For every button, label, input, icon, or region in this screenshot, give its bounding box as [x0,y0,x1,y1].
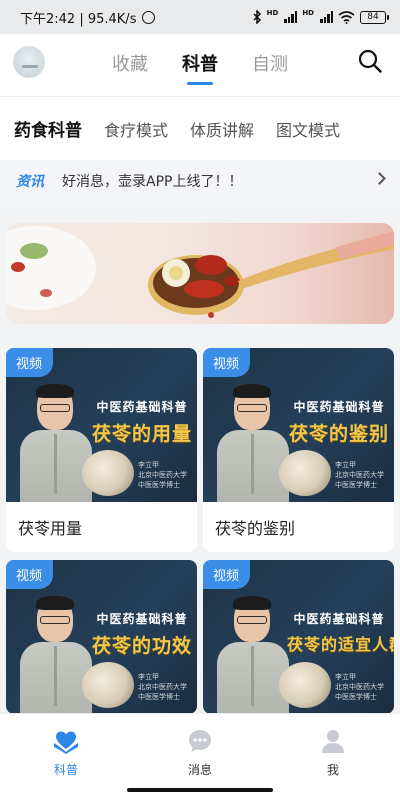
signal-icon [284,11,298,23]
thumb-title: 茯苓的适宜人群 [287,635,394,654]
presenter-credit: 李立甲 北京中医药大学 中医医学博士 [335,672,391,702]
presenter-degree: 中医医学博士 [335,481,377,489]
battery-icon: 84 [360,10,389,24]
video-thumbnail: 视频 中医药基础科普 茯苓的适宜人群 李立甲 北京中医药大学 中医医学博士 [203,560,394,714]
bottom-nav-me[interactable]: 我 [293,728,373,778]
presenter-credit: 李立甲 北京中医药大学 中医医学博士 [138,672,194,702]
tab-popular-science[interactable]: 科普 [180,50,220,85]
person-icon [322,730,344,753]
alarm-icon [142,10,156,24]
news-notice-bar[interactable]: 资讯 好消息，壶录APP上线了！！ [0,160,400,202]
presenter-degree: 中医医学博士 [335,693,377,701]
network-type-label-2: HD [302,9,314,17]
app-header: 收藏 科普 自测 [0,34,400,96]
video-card[interactable]: 视频 中医药基础科普 茯苓的功效 李立甲 北京中医药大学 中医医学博士 [6,560,197,714]
tab-self-test[interactable]: 自测 [250,50,290,76]
category-tab-image-text[interactable]: 图文模式 [276,117,340,141]
status-time-speed: 下午2:42 | 95.4K/s [20,11,137,27]
video-badge: 视频 [203,560,251,589]
video-thumbnail: 视频 中医药基础科普 茯苓的功效 李立甲 北京中医药大学 中医医学博士 [6,560,197,714]
thumb-subtitle: 中医药基础科普 [96,400,188,414]
presenter-name: 李立甲 [335,461,356,469]
thumb-title: 茯苓的鉴别 [288,423,389,445]
status-bar: 下午2:42 | 95.4K/s HD HD 84 [0,0,400,34]
presenter-name: 李立甲 [138,461,159,469]
herb-image [279,662,331,708]
news-tag: 资讯 [16,174,44,190]
status-right: HD HD 84 [253,9,389,24]
bluetooth-icon [253,10,261,24]
top-tabs: 收藏 科普 自测 [0,50,400,85]
presenter-school: 北京中医药大学 [138,471,187,479]
chat-bubble-icon [189,730,211,752]
presenter-school: 北京中医药大学 [138,683,187,691]
video-thumbnail: 视频 中医药基础科普 茯苓的鉴别 李立甲 北京中医药大学 中医医学博士 [203,348,394,502]
herb-image [82,662,134,708]
category-nav: 药食科普 食疗模式 体质讲解 图文模式 [0,96,400,160]
video-card[interactable]: 视频 中医药基础科普 茯苓的鉴别 李立甲 北京中医药大学 中医医学博士 茯苓的鉴… [203,348,394,552]
bottom-nav-messages-label: 消息 [187,763,212,777]
presenter-school: 北京中医药大学 [335,471,384,479]
thumb-title-block: 中医药基础科普 茯苓的用量 [90,398,194,446]
promo-banner[interactable] [6,223,394,324]
presenter-name: 李立甲 [138,673,159,681]
thumb-subtitle: 中医药基础科普 [293,400,385,414]
signal-icon-2 [320,11,333,23]
presenter-image [20,384,92,502]
status-left: 下午2:42 | 95.4K/s [20,8,156,27]
bottom-nav-me-label: 我 [326,763,339,777]
presenter-degree: 中医医学博士 [138,481,180,489]
video-card[interactable]: 视频 中医药基础科普 茯苓的用量 李立甲 北京中医药大学 中医医学博士 茯苓用量 [6,348,197,552]
thumb-title: 茯苓的用量 [91,423,192,445]
thumb-title-block: 中医药基础科普 茯苓的功效 [90,610,194,658]
chevron-right-icon[interactable] [373,172,386,185]
heart-hands-icon [54,731,78,754]
category-tab-food-science[interactable]: 药食科普 [14,116,82,141]
bottom-nav-messages[interactable]: 消息 [160,728,240,778]
wifi-icon [338,10,355,24]
presenter-credit: 李立甲 北京中医药大学 中医医学博士 [335,460,391,490]
video-thumbnail: 视频 中医药基础科普 茯苓的用量 李立甲 北京中医药大学 中医医学博士 [6,348,197,502]
thumb-title-block: 中医药基础科普 茯苓的适宜人群 [287,610,394,655]
presenter-degree: 中医医学博士 [138,693,180,701]
news-text: 好消息，壶录APP上线了！！ [62,174,243,190]
tab-favorites[interactable]: 收藏 [110,50,150,76]
video-badge: 视频 [6,348,54,377]
video-title: 茯苓的鉴别 [215,519,296,538]
bottom-nav-science-label: 科普 [53,763,78,777]
presenter-school: 北京中医药大学 [335,683,384,691]
video-title: 茯苓用量 [18,519,83,538]
video-badge: 视频 [6,560,54,589]
category-tab-constitution[interactable]: 体质讲解 [190,117,254,141]
presenter-name: 李立甲 [335,673,356,681]
bottom-nav: 科普 消息 我 [0,713,400,800]
herb-image [279,450,331,496]
bottom-nav-science[interactable]: 科普 [26,728,106,778]
herb-image [82,450,134,496]
presenter-image [217,384,289,502]
presenter-credit: 李立甲 北京中医药大学 中医医学博士 [138,460,194,490]
home-indicator[interactable] [127,788,273,792]
thumb-subtitle: 中医药基础科普 [96,612,188,626]
thumb-subtitle: 中医药基础科普 [293,612,385,626]
thumb-title-block: 中医药基础科普 茯苓的鉴别 [287,398,391,446]
category-tab-diet-therapy[interactable]: 食疗模式 [104,117,168,141]
video-badge: 视频 [203,348,251,377]
network-type-label: HD [266,9,279,17]
banner-illustration [6,226,394,318]
presenter-image [217,596,289,714]
presenter-image [20,596,92,714]
thumb-title: 茯苓的功效 [91,635,192,657]
video-card[interactable]: 视频 中医药基础科普 茯苓的适宜人群 李立甲 北京中医药大学 中医医学博士 [203,560,394,714]
search-icon[interactable] [358,49,382,73]
